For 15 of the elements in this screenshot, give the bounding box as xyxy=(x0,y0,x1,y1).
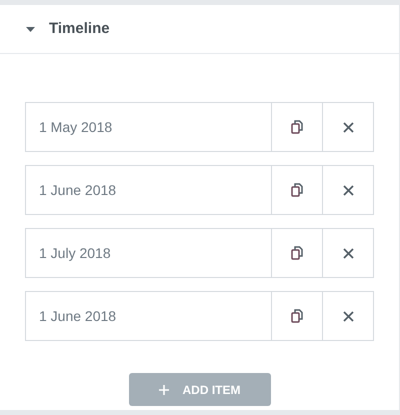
copy-icon xyxy=(291,246,303,260)
close-icon xyxy=(342,248,354,258)
plus-icon xyxy=(158,384,168,394)
close-icon xyxy=(342,184,354,196)
item-title[interactable]: 1 July 2018 xyxy=(26,229,271,277)
item-title[interactable]: 1 June 2018 xyxy=(26,166,271,214)
item-title[interactable]: 1 May 2018 xyxy=(26,103,271,151)
caret-icon xyxy=(26,26,35,32)
close-icon xyxy=(342,122,354,132)
close-icon xyxy=(342,310,354,322)
item-title[interactable]: 1 June 2018 xyxy=(26,292,271,340)
section-header[interactable]: Timeline xyxy=(0,5,399,54)
copy-icon xyxy=(291,183,303,197)
copy-icon xyxy=(291,309,303,323)
copy-icon xyxy=(291,120,303,134)
